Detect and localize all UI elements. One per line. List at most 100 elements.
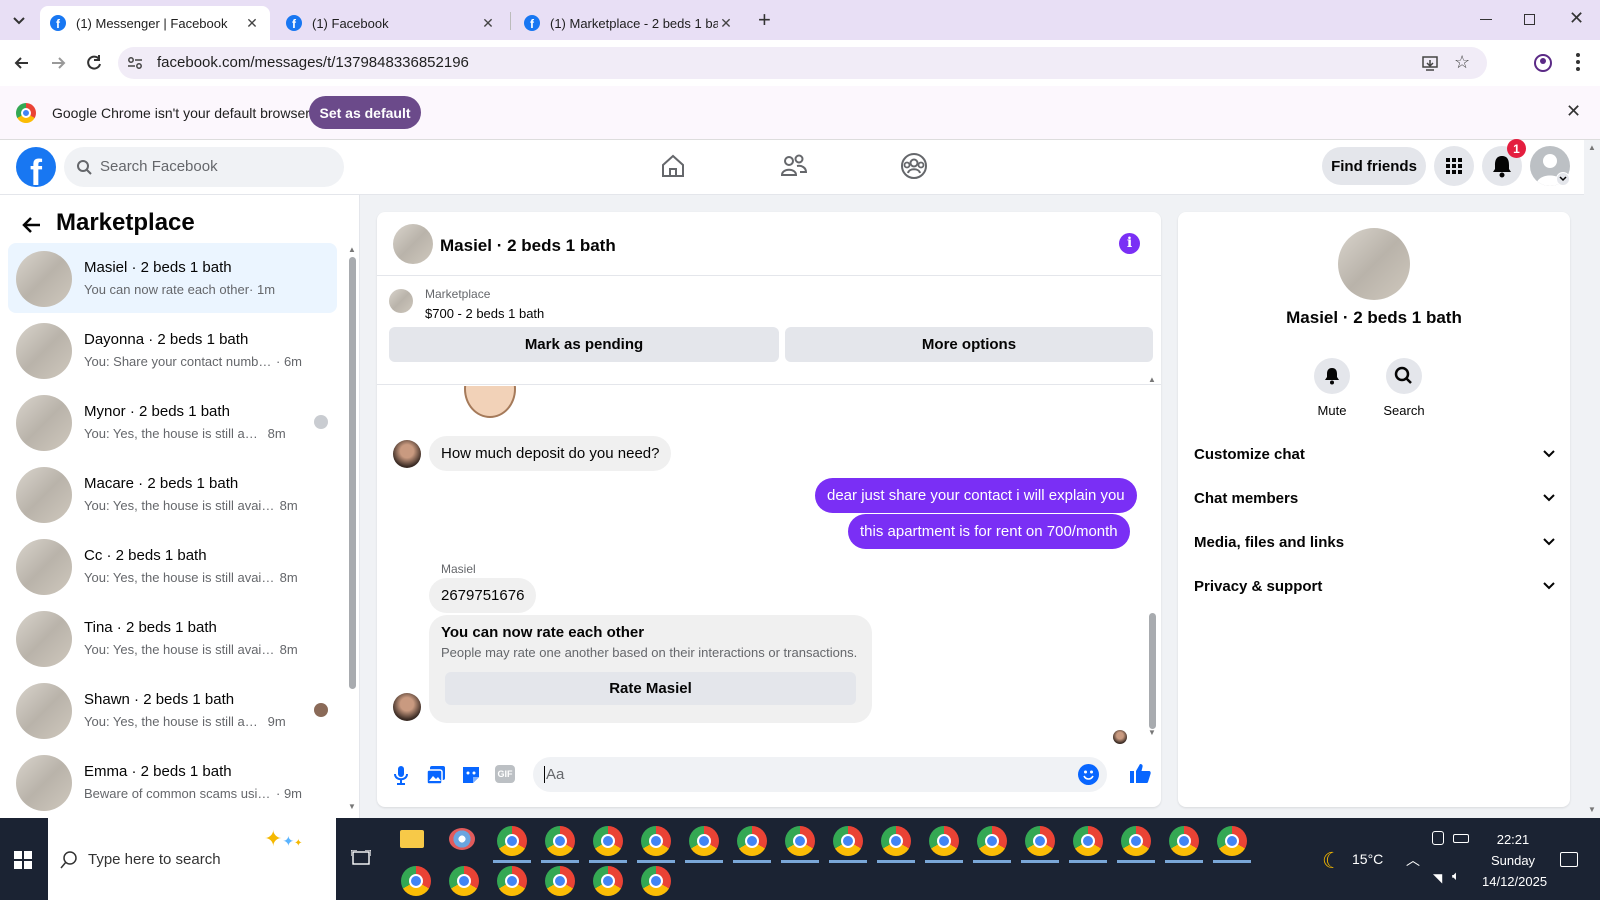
address-bar[interactable]: facebook.com/messages/t/1379848336852196… [118,47,1487,79]
privacy-support-section[interactable]: Privacy & support [1194,566,1556,606]
grid-icon [1446,158,1462,174]
info-icon[interactable]: i [1119,233,1140,254]
url-text[interactable]: facebook.com/messages/t/1379848336852196 [157,54,469,71]
clock-day[interactable]: Sunday [1482,853,1544,868]
notifications-center-icon[interactable] [1560,852,1578,867]
back-icon[interactable] [12,53,32,73]
more-options-button[interactable]: More options [785,327,1153,362]
mark-pending-button[interactable]: Mark as pending [389,327,779,362]
chrome-menu-icon[interactable] [1576,53,1580,71]
scroll-down-icon[interactable]: ▼ [348,802,356,811]
chat-members-section[interactable]: Chat members [1194,478,1556,518]
section-label: Privacy & support [1194,577,1323,595]
new-tab-icon[interactable]: + [758,8,778,32]
weather-temperature[interactable]: 15°C [1352,851,1383,867]
rate-masiel-button[interactable]: Rate Masiel [445,672,856,705]
home-icon[interactable] [660,153,686,179]
site-info-icon[interactable] [126,54,144,72]
task-view-icon[interactable] [351,850,371,868]
meet-now-icon[interactable] [1432,831,1444,845]
mute-button[interactable] [1314,358,1350,394]
listing-title[interactable]: $700 - 2 beds 1 bath [425,306,544,321]
chevron-down-icon [1543,450,1555,458]
sticker-icon[interactable] [460,764,482,786]
chat-title[interactable]: Masiel · 2 beds 1 bath [440,236,616,256]
sticker-image [460,386,522,424]
conversation-item[interactable]: Shawn · 2 beds 1 bath You: Yes, the hous… [8,675,337,745]
windows-start-icon[interactable] [14,851,32,869]
bookmark-star-icon[interactable]: ☆ [1454,52,1470,73]
taskbar-search-box[interactable]: Type here to search ✦✦✦ [48,818,336,900]
close-tab-icon[interactable]: ✕ [718,15,734,32]
conversation-item[interactable]: Masiel · 2 beds 1 bath You can now rate … [8,243,337,313]
details-avatar[interactable] [1338,228,1410,300]
conversation-item[interactable]: Mynor · 2 beds 1 bath You: Yes, the hous… [8,387,337,457]
conversation-item[interactable]: Tina · 2 beds 1 bath You: Yes, the house… [8,603,337,673]
emoji-icon[interactable] [1078,764,1099,785]
photo-icon[interactable] [425,764,447,786]
close-window-icon[interactable]: ✕ [1569,8,1584,29]
close-tab-icon[interactable]: ✕ [480,15,496,32]
tab-messenger[interactable]: f (1) Messenger | Facebook ✕ [40,6,270,40]
conversation-item[interactable]: Emma · 2 beds 1 bath Beware of common sc… [8,747,337,817]
listing-avatar [16,395,72,451]
paint-app-icon[interactable] [449,828,475,850]
messages-scroll-up-icon[interactable]: ▲ [1148,375,1156,384]
conversation-item[interactable]: Dayonna · 2 beds 1 bath You: Share your … [8,315,337,385]
close-tab-icon[interactable]: ✕ [244,15,260,32]
messages-scroll-down-icon[interactable]: ▼ [1148,728,1156,737]
page-scrollbar-down-icon[interactable]: ▼ [1588,805,1596,814]
account-chevron-icon[interactable] [1556,172,1570,186]
close-infobar-icon[interactable]: ✕ [1566,101,1581,122]
file-explorer-icon[interactable] [400,830,424,848]
incoming-message[interactable]: 2679751676 [429,578,537,613]
outgoing-message[interactable]: this apartment is for rent on 700/month [848,514,1130,549]
search-conversation-button[interactable] [1386,358,1422,394]
groups-icon[interactable] [900,152,928,180]
friends-icon[interactable] [780,153,808,179]
profile-icon[interactable] [1533,53,1553,73]
conversation-preview: Beware of common scams using p... · 9m [84,786,302,801]
tab-facebook[interactable]: f (1) Facebook ✕ [276,6,506,40]
chat-avatar[interactable] [393,224,433,264]
facebook-logo-icon[interactable]: f [16,147,56,187]
restore-icon[interactable] [1524,14,1535,25]
conversation-item[interactable]: Macare · 2 beds 1 bath You: Yes, the hou… [8,459,337,529]
customize-chat-section[interactable]: Customize chat [1194,434,1556,474]
tab-marketplace[interactable]: f (1) Marketplace - 2 beds 1 bath ✕ [514,6,744,40]
listing-avatar [16,683,72,739]
battery-icon[interactable] [1453,834,1469,843]
clock-time[interactable]: 22:21 [1482,832,1544,847]
listing-avatar [16,611,72,667]
forward-icon[interactable] [48,53,68,73]
weather-moon-icon[interactable]: ☾ [1322,848,1342,874]
install-app-icon[interactable] [1421,54,1439,72]
scroll-up-icon[interactable]: ▲ [348,245,356,254]
conversation-list-scrollbar[interactable] [349,257,356,689]
conversation-details-panel: Masiel · 2 beds 1 bath Mute Search Custo… [1178,212,1570,807]
volume-icon[interactable]: 🔈︎ [1452,868,1460,884]
incoming-message[interactable]: How much deposit do you need? [429,436,672,471]
minimize-icon[interactable] [1480,19,1492,20]
show-hidden-icons[interactable]: ︿ [1406,850,1420,870]
set-default-button[interactable]: Set as default [309,96,421,129]
menu-grid-button[interactable] [1434,146,1474,186]
search-facebook-input[interactable]: Search Facebook [64,147,344,187]
messages-scrollbar[interactable] [1149,613,1156,729]
wifi-icon[interactable]: ◥ [1433,871,1442,885]
clock-date[interactable]: 14/12/2025 [1482,874,1547,889]
reload-icon[interactable] [84,53,104,73]
tab-search-chevron-icon[interactable] [8,10,30,30]
like-icon[interactable] [1128,761,1152,785]
listing-avatar [16,251,72,307]
sender-avatar [393,693,421,721]
find-friends-button[interactable]: Find friends [1322,147,1426,185]
conversation-item[interactable]: Cc · 2 beds 1 bath You: Yes, the house i… [8,531,337,601]
message-input[interactable]: Aa [533,757,1107,792]
media-files-links-section[interactable]: Media, files and links [1194,522,1556,562]
page-scrollbar-up-icon[interactable]: ▲ [1588,143,1596,152]
microphone-icon[interactable] [391,764,411,786]
gif-icon[interactable]: GIF [495,765,515,783]
outgoing-message[interactable]: dear just share your contact i will expl… [815,478,1137,513]
back-arrow-icon[interactable] [22,215,42,235]
